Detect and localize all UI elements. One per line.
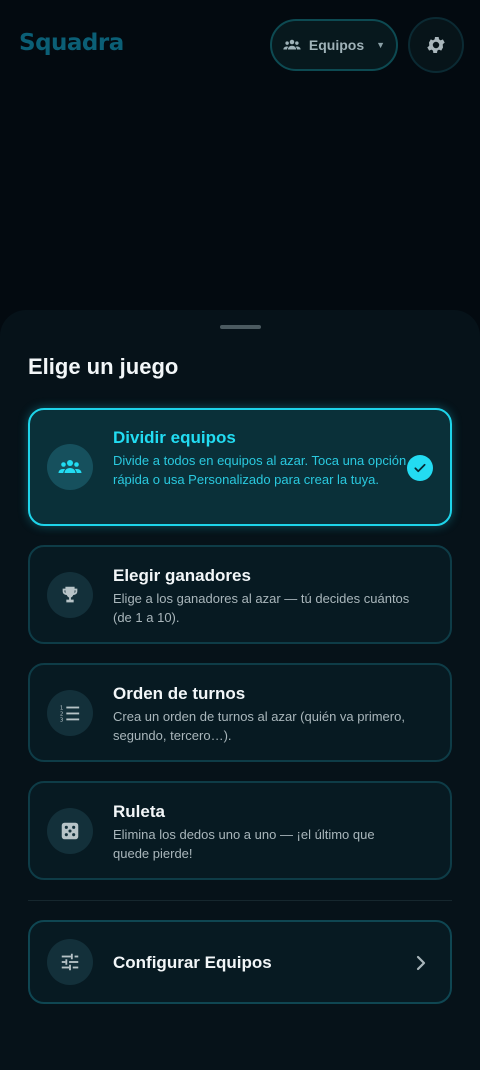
- configure-teams-label: Configurar Equipos: [113, 953, 272, 972]
- game-option-description: Elimina los dedos uno a uno — ¡el último…: [113, 827, 375, 861]
- game-option-description: Divide a todos en equipos al azar. Toca …: [113, 453, 407, 487]
- game-picker-sheet: Elige un juego Dividir equipos Divide a …: [0, 310, 480, 1070]
- mode-selector-label: Equipos: [308, 37, 365, 53]
- settings-button[interactable]: [408, 17, 464, 73]
- game-option-title: Orden de turnos: [113, 684, 246, 703]
- game-option-icon-badge: [47, 444, 93, 490]
- game-option-turn-order[interactable]: 1 2 3 Orden de turnos Crea un orden de t…: [28, 663, 452, 762]
- top-bar: Squadra Equipos ▼: [0, 0, 480, 90]
- gear-icon: [425, 34, 447, 56]
- game-option-icon-badge: [47, 808, 93, 854]
- game-option-title: Elegir ganadores: [113, 566, 251, 585]
- app-root: Squadra Equipos ▼ Elige un juego Dividir…: [0, 0, 480, 1070]
- chevron-right-icon: [413, 953, 429, 973]
- game-option-pick-winners[interactable]: Elegir ganadores Elige a los ganadores a…: [28, 545, 452, 644]
- game-option-icon-badge: 1 2 3: [47, 690, 93, 736]
- game-option-split-teams[interactable]: Dividir equipos Divide a todos en equipo…: [28, 408, 452, 526]
- configure-teams-button[interactable]: Configurar Equipos: [28, 920, 452, 1004]
- check-icon: [407, 455, 433, 481]
- group-icon: [58, 455, 82, 479]
- app-logo: Squadra: [19, 30, 124, 56]
- game-option-description: Crea un orden de turnos al azar (quién v…: [113, 709, 405, 743]
- numbered-list-icon: 1 2 3: [59, 702, 81, 724]
- game-option-title: Dividir equipos: [113, 428, 236, 447]
- mode-selector-button[interactable]: Equipos ▼: [270, 19, 398, 71]
- sliders-icon: [59, 951, 81, 973]
- game-option-title: Ruleta: [113, 802, 165, 821]
- chevron-down-icon: ▼: [376, 40, 386, 50]
- sheet-title: Elige un juego: [28, 354, 179, 379]
- dice-icon: [59, 820, 81, 842]
- game-option-description: Elige a los ganadores al azar — tú decid…: [113, 591, 410, 625]
- game-option-icon-badge: [47, 572, 93, 618]
- sheet-drag-handle[interactable]: [220, 325, 261, 329]
- people-icon: [283, 36, 301, 54]
- trophy-icon: [59, 584, 81, 606]
- svg-text:3: 3: [60, 717, 64, 723]
- config-icon-badge: [47, 939, 93, 985]
- section-divider: [28, 900, 452, 901]
- game-option-roulette[interactable]: Ruleta Elimina los dedos uno a uno — ¡el…: [28, 781, 452, 880]
